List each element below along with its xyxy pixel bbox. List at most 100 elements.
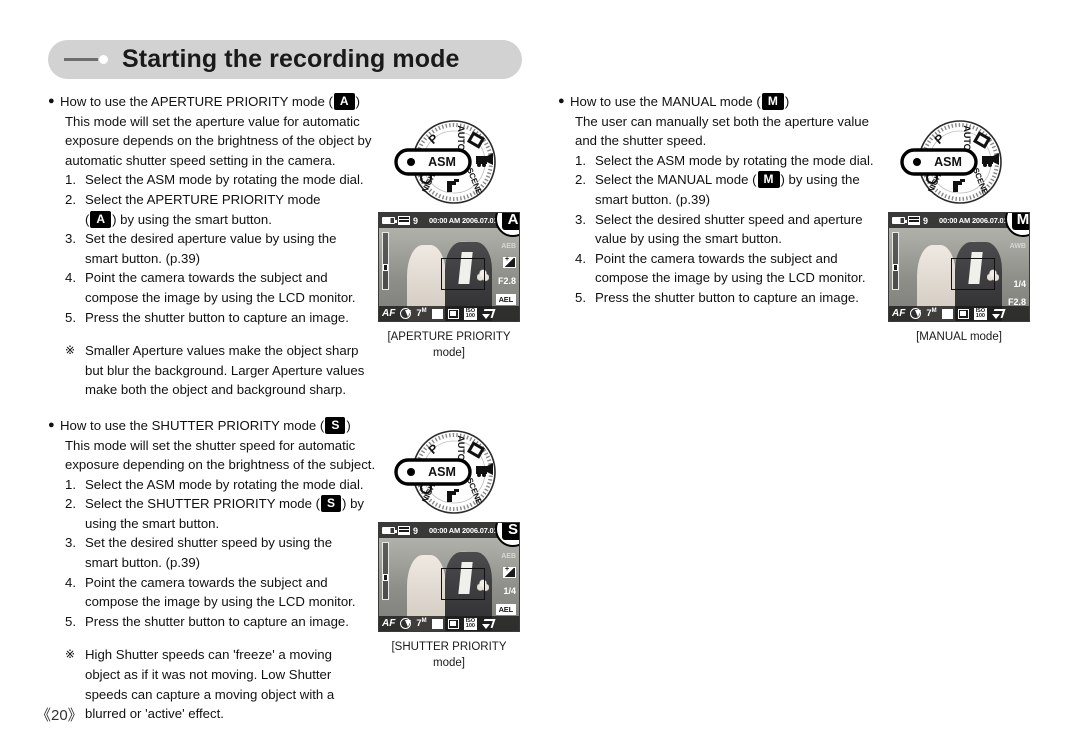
svg-text:ASM: ASM [934, 155, 962, 169]
datetime-text: 00:00 AM 2006.07.01 [939, 216, 1008, 225]
lcd-screen: 9 00:00 AM 2006.07.01 AEB 1/4 AEL AF 7M … [378, 522, 520, 632]
shutter-value: 1/4 [1013, 279, 1026, 289]
svg-text:ASM: ASM [428, 465, 456, 479]
exposure-compensation-icon [503, 256, 516, 268]
mode-dial-icon: AUTO P SCENE NIGHT ASM [900, 120, 1002, 204]
awb-label: AWB [1009, 243, 1026, 250]
lcd-status-right: AWB 1/4 F2.8 [992, 231, 1026, 307]
step-item: 1. Select the ASM mode by rotating the m… [575, 152, 874, 168]
shake-warning-icon [482, 618, 494, 629]
ael-badge: AEL [495, 294, 516, 305]
mode-dial-shutter: AUTO P SCENE NIGHT ASM [392, 422, 504, 522]
caption-line-1: [APERTURE PRIORITY [387, 331, 511, 343]
af-focus-frame [440, 258, 485, 291]
caption-line-2: mode] [433, 657, 465, 669]
battery-icon [892, 217, 907, 224]
memory-card-icon [908, 216, 920, 225]
aperture-value: F2.8 [497, 276, 516, 286]
section-heading: ● How to use the SHUTTER PRIORITY mode (… [48, 416, 378, 436]
af-label: AF [382, 308, 396, 319]
iso-icon: ISO 100 [463, 617, 478, 630]
flash-off-icon [400, 618, 412, 629]
intro-line-2: and the shutter speed. [575, 133, 707, 149]
af-focus-frame [950, 258, 995, 291]
right-text-column: ● How to use the MANUAL mode (M) The use… [558, 92, 898, 308]
quality-icon [941, 308, 953, 319]
flash-off-icon [400, 308, 412, 319]
shutter-value: 1/4 [503, 586, 516, 596]
battery-icon [382, 217, 397, 224]
step-item: 1. Select the ASM mode by rotating the m… [65, 172, 364, 188]
heading-text: How to use the SHUTTER PRIORITY mode (S) [60, 416, 351, 434]
frames-remaining: 9 [413, 525, 419, 536]
lcd-screen: 9 00:00 AM 2006.07.01 AEB F2.8 AEL AF 7M… [378, 212, 520, 322]
mode-chip-m: M [761, 93, 784, 110]
heading-text: How to use the MANUAL mode (M) [570, 93, 790, 110]
frames-remaining: 9 [413, 215, 419, 226]
af-label: AF [892, 308, 906, 319]
mode-dial-manual: AUTO P SCENE NIGHT ASM [898, 112, 1010, 212]
step-item: 5. Press the shutter button to capture a… [575, 289, 859, 305]
page-number: 《20》 [36, 707, 83, 724]
mode-chip-a: A [90, 210, 112, 228]
quality-icon [431, 308, 443, 319]
step-chip-line: (A) by using the smart button. [85, 210, 272, 228]
caption-line-2: mode] [433, 347, 465, 359]
resolution-label: 7M [926, 307, 937, 320]
bullet-icon: ● [48, 418, 55, 431]
zoom-bar-indicator [382, 542, 389, 600]
note-mark-icon: ※ [65, 647, 76, 662]
svg-text:ASM: ASM [428, 155, 456, 169]
memory-card-icon [398, 526, 410, 535]
bullet-icon: ● [558, 95, 565, 107]
mode-dial-selected-asm: ASM [394, 148, 472, 176]
datetime-text: 00:00 AM 2006.07.01 [429, 216, 498, 225]
step-item: 3. Select the desired shutter speed and … [575, 211, 863, 247]
steps-list: 1. Select the ASM mode by rotating the m… [48, 475, 378, 632]
heading-text: How to use the APERTURE PRIORITY mode (A… [60, 93, 360, 110]
steps-list: 1. Select the ASM mode by rotating the m… [558, 151, 898, 308]
intro-line-3: automatic shutter speed setting in the c… [65, 152, 336, 168]
caption-line-1: [SHUTTER PRIORITY [391, 641, 507, 653]
caption-line-1: [MANUAL mode] [916, 331, 1002, 343]
aeb-label: AEB [501, 243, 516, 250]
page-header: Starting the recording mode [48, 40, 522, 79]
step-item: 4. Point the camera towards the subject … [65, 574, 356, 610]
step-item: 4. Point the camera towards the subject … [575, 250, 866, 286]
shutter-priority-lcd-figure: 9 00:00 AM 2006.07.01 AEB 1/4 AEL AF 7M … [378, 522, 520, 671]
intro-line-2: exposure depends on the brightness of th… [65, 133, 372, 149]
figure-caption: [MANUAL mode] [888, 329, 1030, 345]
step-item: 2. Select the APERTURE PRIORITY mode (A)… [65, 190, 378, 229]
mode-dial-selected-asm: ASM [900, 148, 978, 176]
step-item: 2. Select the MANUAL mode (M) by using t… [575, 171, 860, 207]
zoom-bar-indicator [892, 232, 899, 290]
lcd-screen: 9 00:00 AM 2006.07.01 AWB 1/4 F2.8 AF 7M… [888, 212, 1030, 322]
resolution-label: 7M [416, 617, 427, 630]
step-item: 3. Set the desired aperture value by usi… [65, 231, 337, 266]
exposure-compensation-icon [503, 566, 516, 578]
lcd-status-bottom-bar: AF 7M ISO 100 [379, 306, 519, 321]
lcd-status-right: AEB F2.8 AEL [482, 231, 516, 305]
frames-remaining: 9 [923, 215, 929, 226]
section-manual: ● How to use the MANUAL mode (M) The use… [558, 92, 898, 308]
section-aperture-priority: ● How to use the APERTURE PRIORITY mode … [48, 92, 378, 400]
datetime-text: 00:00 AM 2006.07.01 [429, 526, 498, 535]
manual-page: Starting the recording mode ● How to use… [0, 0, 1080, 746]
mode-chip-m: M [757, 171, 780, 189]
intro-line-1: This mode will set the aperture value fo… [65, 113, 360, 129]
svg-text:AUTO: AUTO [962, 125, 972, 150]
mode-dial-selected-asm: ASM [394, 458, 472, 486]
step-item: 2. Select the SHUTTER PRIORITY mode (S) … [65, 495, 364, 531]
shake-warning-icon [992, 308, 1004, 319]
metering-icon [447, 308, 459, 319]
mode-chip-s: S [325, 416, 346, 434]
step-chip-line: Select the MANUAL mode (M) by using the [595, 171, 860, 189]
lcd-status-bottom-bar: AF 7M ISO 100 [379, 616, 519, 631]
step-chip-line: Select the SHUTTER PRIORITY mode (S) by [85, 495, 364, 513]
header-dot-icon [98, 54, 109, 65]
step-item: 4. Point the camera towards the subject … [65, 270, 356, 305]
intro-line-2: exposure depending on the brightness of … [65, 457, 376, 473]
intro-line-1: The user can manually set both the apert… [575, 113, 869, 129]
note-mark-icon: ※ [65, 343, 76, 358]
section-heading: ● How to use the MANUAL mode (M) [558, 92, 898, 112]
